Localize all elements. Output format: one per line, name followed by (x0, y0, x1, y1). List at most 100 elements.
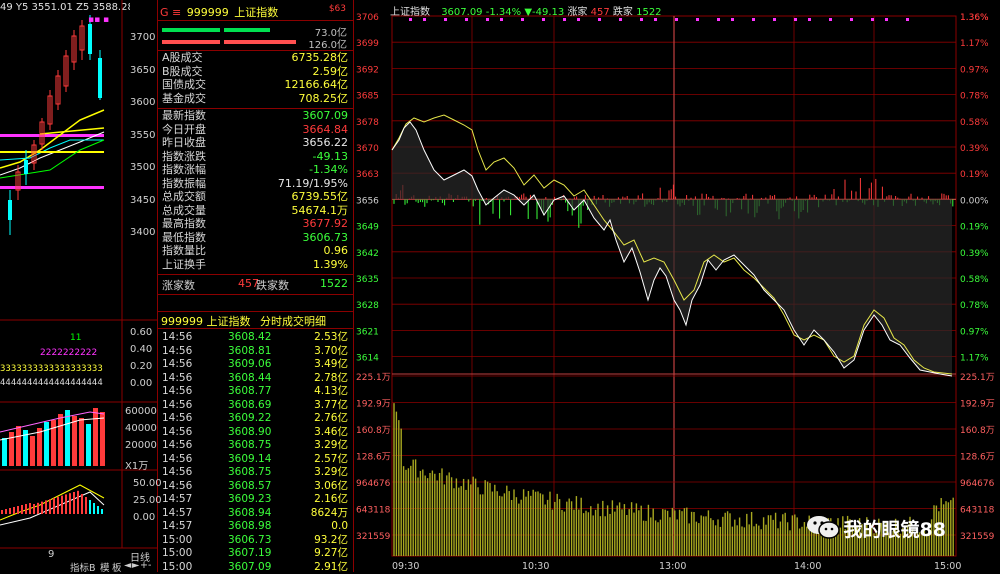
kline-volume-bar (37, 428, 42, 466)
stat-row: 最低指数 3606.73 (160, 231, 350, 244)
down-label: 跌家数 (256, 279, 289, 292)
vol-left-tick: 321559 (356, 532, 391, 542)
tick-row[interactable]: 14:56 3608.44 2.78亿 (160, 372, 350, 385)
tick-label: 20000 (125, 440, 157, 451)
event-marker (444, 18, 447, 21)
tick-label: 3500 (130, 162, 156, 173)
template-button[interactable]: 模 (100, 560, 110, 572)
tick-row[interactable]: 14:56 3609.14 2.57亿 (160, 453, 350, 466)
zoom-out-button[interactable]: - (148, 560, 151, 571)
tick-row[interactable]: 14:56 3608.81 3.70亿 (160, 345, 350, 358)
tick-list[interactable]: 14:56 3608.42 2.53亿 14:56 3608.81 3.70亿 14:56 3… (160, 331, 350, 573)
tick-row[interactable]: 15:00 3606.73 93.2亿 (160, 534, 350, 547)
vol-left-tick: 192.9万 (356, 400, 391, 410)
tick-label: 3600 (130, 97, 156, 108)
stat-row: 指数涨幅 -1.34% (160, 163, 350, 176)
index-stats: 最新指数 3607.09 今日开盘 3664.84 昨日收盘 3656.22 指数涨跌 -49… (160, 109, 350, 273)
right-tick-label: 0.97% (960, 65, 989, 75)
left-tick-label: 3678 (356, 118, 379, 128)
tick-price: 3606.73 (228, 533, 272, 546)
event-marker (906, 18, 909, 21)
event-marker (654, 18, 657, 21)
left-tick-label: 3663 (356, 170, 379, 180)
time-label: 15:00 (934, 561, 961, 572)
up-label: 涨家数 (162, 279, 195, 292)
tick-row[interactable]: 14:57 3608.98 0.0 (160, 520, 350, 533)
stat-row: 最高指数 3677.92 (160, 217, 350, 230)
stat-value: 708.25亿 (298, 91, 349, 105)
stat-row: 指数量比 0.96 (160, 244, 350, 257)
left-tick-label: 3635 (356, 275, 379, 285)
tick-price: 3608.77 (228, 385, 272, 397)
tick-amount: 3.49亿 (314, 358, 348, 370)
stat-value: 71.19/1.95% (277, 176, 348, 190)
svg-text:▪▪ ▪: ▪▪ ▪ (88, 15, 109, 25)
right-tick-label: 0.58% (960, 118, 989, 128)
kline-volume-bar (86, 424, 91, 466)
tick-price: 3608.69 (228, 398, 272, 411)
left-tick-label: 3649 (356, 223, 379, 233)
quote-header: G ≡ 999999 上证指数 $63 (160, 4, 350, 19)
indicator-b-button[interactable]: 指标B (70, 560, 96, 572)
tick-price: 3608.42 (228, 331, 272, 343)
intraday-chart[interactable]: 上证指数 3607.09 -1.34% ▼-49.13 涨家 457 跌家 15… (354, 0, 1000, 572)
tick-label: 3550 (130, 129, 156, 141)
tick-time: 14:57 (162, 493, 193, 505)
tick-label: 0.00 (130, 378, 153, 389)
tick-row[interactable]: 14:56 3608.69 3.77亿 (160, 399, 350, 412)
tick-row[interactable]: 14:56 3608.57 3.06亿 (160, 480, 350, 493)
tick-price: 3608.81 (228, 344, 272, 357)
stat-row: 基金成交 708.25亿 (160, 92, 350, 105)
stat-label: 上证换手 (162, 257, 206, 271)
event-marker (542, 18, 545, 21)
tick-detail-title: 999999 上证指数 分时成交明细 (161, 313, 326, 329)
stat-label: 指数涨幅 (162, 163, 206, 176)
kline-volume-bar (79, 418, 84, 466)
event-marker (465, 18, 468, 21)
tick-row[interactable]: 14:56 3608.90 3.46亿 (160, 426, 350, 439)
event-marker (486, 18, 489, 21)
tick-time: 14:56 (162, 385, 193, 397)
tick-row[interactable]: 14:56 3609.06 3.49亿 (160, 358, 350, 371)
divider (158, 274, 353, 275)
tick-row[interactable]: 15:00 3607.19 9.27亿 (160, 547, 350, 560)
scroll-right-button[interactable]: ► (132, 560, 139, 571)
tick-label: 3400 (130, 227, 156, 238)
tick-time: 14:56 (162, 479, 193, 492)
vol-right-tick: 964676 (960, 479, 995, 489)
vol-right-tick: 192.9万 (960, 400, 995, 410)
kline-volume-bar (58, 414, 63, 466)
tick-time: 14:56 (162, 466, 193, 478)
tick-price: 3608.75 (228, 439, 272, 451)
kline-panel[interactable]: 49 Y5 3551.01 Z5 3588.28 ▪▪ ▪ 3700 3650 … (0, 0, 162, 572)
event-marker (829, 18, 832, 21)
vol-right-tick: 128.6万 (960, 453, 995, 463)
tick-row[interactable]: 14:56 3608.75 3.29亿 (160, 466, 350, 479)
tick-row[interactable]: 14:57 3609.23 2.16亿 (160, 493, 350, 506)
scroll-left-button[interactable]: ◄ (124, 560, 131, 571)
tick-price: 3609.06 (228, 358, 272, 370)
time-label: 14:00 (794, 561, 821, 572)
stat-row: 指数涨跌 -49.13 (160, 150, 350, 163)
advance-decline: 涨家数 457 跌家数 1522 (162, 277, 350, 292)
tick-row[interactable]: 14:56 3608.77 4.13亿 (160, 385, 350, 398)
price-area (392, 122, 952, 376)
event-marker (717, 18, 720, 21)
kline-volume-bar (44, 422, 49, 466)
stat-label: 指数量比 (162, 244, 206, 257)
tick-row[interactable]: 14:56 3609.22 2.76亿 (160, 412, 350, 425)
indicator-text-3: 3333333333333333333 (0, 364, 103, 374)
tick-price: 3608.94 (228, 506, 272, 519)
stat-value: 0.96 (323, 244, 349, 257)
intraday-svg[interactable]: 3706 1.36% 3699 1.17% 3692 0.97% 3685 0.78% 3678… (354, 0, 1000, 572)
tick-row[interactable]: 14:56 3608.75 3.29亿 (160, 439, 350, 452)
event-marker (808, 18, 811, 21)
board-button[interactable]: 板 (112, 560, 122, 572)
zoom-in-button[interactable]: + (140, 560, 148, 571)
down-count: 1522 (320, 277, 348, 290)
left-tick-label: 3621 (356, 327, 379, 337)
event-marker (577, 18, 580, 21)
tick-row[interactable]: 14:57 3608.94 8624万 (160, 507, 350, 520)
tick-row[interactable]: 14:56 3608.42 2.53亿 (160, 331, 350, 344)
tick-amount: 3.70亿 (314, 344, 348, 357)
